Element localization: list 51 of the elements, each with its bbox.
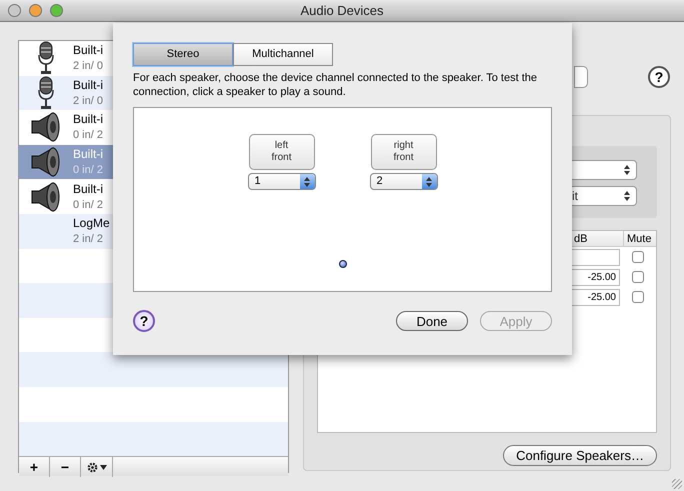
toolbar-button[interactable]: + xyxy=(19,457,50,478)
device-io: 0 in/ 2 xyxy=(73,128,104,144)
volume-field[interactable]: -25.00 xyxy=(570,268,620,286)
tab[interactable]: Multichannel xyxy=(233,43,333,66)
mute-checkbox[interactable] xyxy=(632,251,644,263)
up-down-arrows-icon xyxy=(624,165,630,175)
instructions-text: For each speaker, choose the device channel connected to the speaker. To test the connection, click a speaker to play a sound. xyxy=(133,71,538,99)
device-name[interactable]: Built-i xyxy=(73,76,104,93)
sheet-button[interactable]: Done xyxy=(396,311,468,331)
channel-value: 2 xyxy=(376,174,383,189)
device-name[interactable]: Built-i xyxy=(73,111,104,128)
device-io: 0 in/ 2 xyxy=(73,198,104,213)
toolbar-button[interactable]: − xyxy=(50,457,81,478)
mute-checkbox[interactable] xyxy=(632,271,644,283)
caret-icon xyxy=(100,464,106,470)
window-title: Audio Devices xyxy=(300,2,384,20)
speaker-button[interactable]: left front xyxy=(248,134,314,170)
gear-icon xyxy=(86,462,98,473)
channel-popup[interactable]: 2 xyxy=(370,173,438,190)
close-button[interactable] xyxy=(8,4,21,17)
device-io: 0 in/ 2 xyxy=(73,163,104,178)
mute-checkbox[interactable] xyxy=(632,291,644,303)
resize-grip[interactable] xyxy=(672,479,682,489)
device-name[interactable]: Built-i xyxy=(73,180,104,197)
zoom-button[interactable] xyxy=(50,4,63,17)
microphone-icon xyxy=(37,41,55,76)
minimize-button[interactable] xyxy=(29,4,42,17)
up-down-arrows-icon xyxy=(304,176,310,186)
speaker-button[interactable]: right front xyxy=(370,134,436,170)
device-io: 2 in/ 0 xyxy=(73,59,104,74)
channel-popup[interactable]: 1 xyxy=(248,173,316,190)
popup-value: it xyxy=(572,188,578,205)
device-name[interactable]: LogMe xyxy=(73,215,110,232)
channel-value: 1 xyxy=(254,174,261,189)
popup-menu[interactable] xyxy=(569,160,637,180)
microphone-icon xyxy=(37,76,55,110)
help-button[interactable]: ? xyxy=(133,310,155,332)
help-button[interactable]: ? xyxy=(648,66,670,88)
configure-speakers-button[interactable]: Configure Speakers… xyxy=(503,445,657,466)
tab[interactable]: Stereo xyxy=(133,43,233,66)
device-name[interactable]: Built-i xyxy=(73,42,104,58)
column-header[interactable]: Mute xyxy=(624,231,656,246)
popup-menu[interactable]: it xyxy=(569,186,637,206)
volume-field[interactable] xyxy=(570,248,620,266)
up-down-arrows-icon xyxy=(426,176,432,186)
popup-stepper[interactable] xyxy=(574,66,588,88)
listener-position-icon xyxy=(338,260,346,268)
device-io: 2 in/ 2 xyxy=(73,232,104,248)
volume-field[interactable]: -25.00 xyxy=(570,288,620,306)
device-io: 2 in/ 0 xyxy=(73,94,104,109)
up-down-arrows-icon xyxy=(624,191,630,201)
